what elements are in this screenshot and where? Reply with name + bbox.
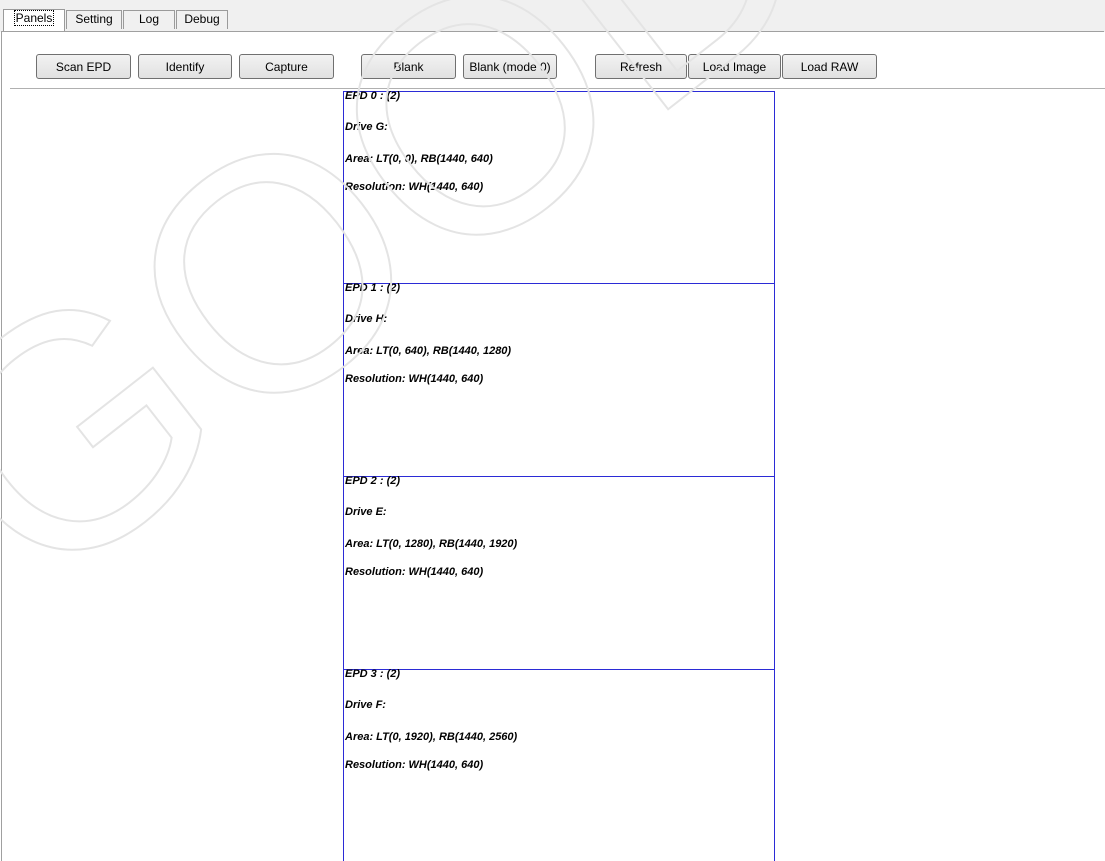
epd-resolution: Resolution: WH(1440, 640) bbox=[345, 759, 484, 771]
tab-panels-label: Panels bbox=[13, 10, 55, 26]
scan-epd-button[interactable]: Scan EPD bbox=[36, 54, 131, 79]
blank-mode0-button[interactable]: Blank (mode 0) bbox=[463, 54, 557, 79]
epd-area: Area: LT(0, 1920), RB(1440, 2560) bbox=[345, 731, 518, 743]
epd-drive: Drive G: bbox=[345, 121, 388, 133]
epd-area: Area: LT(0, 1280), RB(1440, 1920) bbox=[345, 538, 518, 550]
tab-panels[interactable]: Panels bbox=[3, 9, 65, 31]
epd-title: EPD 0 : (2) bbox=[345, 90, 401, 102]
refresh-button[interactable]: Refresh bbox=[595, 54, 687, 79]
epd-resolution: Resolution: WH(1440, 640) bbox=[345, 373, 484, 385]
tab-debug[interactable]: Debug bbox=[176, 10, 228, 29]
epd-panel-0[interactable]: EPD 0 : (2) Drive G: Area: LT(0, 0), RB(… bbox=[343, 90, 775, 284]
epd-title: EPD 3 : (2) bbox=[345, 668, 401, 680]
epd-title: EPD 1 : (2) bbox=[345, 282, 401, 294]
load-raw-button[interactable]: Load RAW bbox=[782, 54, 877, 79]
tab-setting[interactable]: Setting bbox=[66, 10, 122, 29]
epd-panel-3[interactable]: EPD 3 : (2) Drive F: Area: LT(0, 1920), … bbox=[343, 668, 775, 861]
load-image-button[interactable]: Load Image bbox=[688, 54, 781, 79]
epd-area: Area: LT(0, 640), RB(1440, 1280) bbox=[345, 345, 512, 357]
epd-drive: Drive F: bbox=[345, 699, 386, 711]
epd-area: Area: LT(0, 0), RB(1440, 640) bbox=[345, 153, 493, 165]
epd-panel-1[interactable]: EPD 1 : (2) Drive H: Area: LT(0, 640), R… bbox=[343, 282, 775, 477]
identify-button[interactable]: Identify bbox=[138, 54, 232, 79]
tab-strip: Panels Setting Log Debug bbox=[0, 0, 1105, 32]
epd-resolution: Resolution: WH(1440, 640) bbox=[345, 566, 484, 578]
epd-resolution: Resolution: WH(1440, 640) bbox=[345, 181, 484, 193]
epd-panel-2[interactable]: EPD 2 : (2) Drive E: Area: LT(0, 1280), … bbox=[343, 475, 775, 670]
app-window: Panels Setting Log Debug Scan EPD Identi… bbox=[0, 0, 1105, 861]
epd-title: EPD 2 : (2) bbox=[345, 475, 401, 487]
blank-button[interactable]: Blank bbox=[361, 54, 456, 79]
tab-log[interactable]: Log bbox=[123, 10, 175, 29]
toolbar-divider bbox=[10, 88, 1105, 89]
tab-log-label: Log bbox=[138, 12, 160, 26]
tab-debug-label: Debug bbox=[184, 12, 220, 26]
tab-setting-label: Setting bbox=[75, 12, 113, 26]
capture-button[interactable]: Capture bbox=[239, 54, 334, 79]
epd-drive: Drive H: bbox=[345, 313, 388, 325]
epd-drive: Drive E: bbox=[345, 506, 387, 518]
